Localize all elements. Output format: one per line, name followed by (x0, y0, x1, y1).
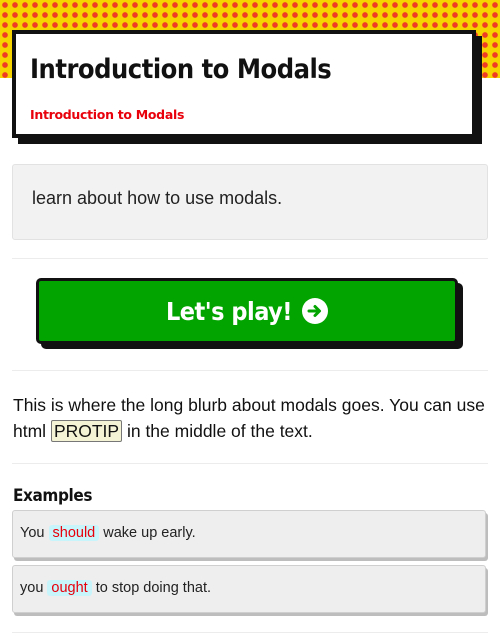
divider (12, 463, 488, 464)
divider (12, 632, 488, 633)
description-box: learn about how to use modals. (12, 164, 488, 240)
example-text: You (20, 525, 49, 541)
divider (12, 370, 488, 371)
lets-play-button[interactable]: Let's play! (36, 278, 458, 344)
blurb-paragraph: This is where the long blurb about modal… (13, 392, 487, 444)
example-text-end: wake up early. (99, 525, 196, 541)
page-subtitle: Introduction to Modals (30, 107, 185, 122)
modal-word-highlight[interactable]: should (48, 525, 100, 541)
example-item: You should wake up early. (12, 510, 486, 558)
modal-word-highlight[interactable]: ought (47, 580, 92, 596)
page-title: Introduction to Modals (30, 54, 332, 85)
example-text-end: to stop doing that. (91, 580, 212, 596)
blurb-text-end: in the middle of the text. (122, 421, 313, 441)
title-card: Introduction to Modals Introduction to M… (12, 30, 476, 138)
protip-tooltip-trigger[interactable]: PROTIP (50, 420, 123, 442)
lets-play-label: Let's play! (165, 296, 293, 326)
description-text: learn about how to use modals. (32, 188, 283, 208)
example-item: you ought to stop doing that. (12, 565, 486, 613)
examples-heading: Examples (13, 486, 93, 506)
divider (12, 258, 488, 259)
example-text: you (20, 580, 48, 596)
arrow-circle-right-icon (302, 298, 329, 324)
